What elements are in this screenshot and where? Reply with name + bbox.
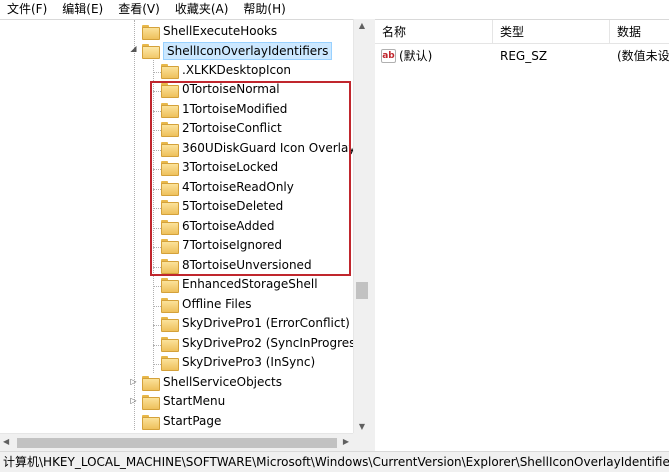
tree-vertical-scrollbar[interactable]: ▲ ▼	[353, 19, 369, 433]
folder-icon	[161, 278, 179, 293]
tree-item[interactable]: Offline Files	[161, 295, 252, 314]
column-header-type[interactable]: 类型	[493, 20, 610, 44]
value-type: REG_SZ	[500, 49, 548, 63]
scroll-thumb[interactable]	[17, 438, 337, 448]
tree-item[interactable]: .XLKKDesktopIcon	[161, 61, 291, 80]
tree-item[interactable]: SkyDrivePro1 (ErrorConflict)	[161, 314, 350, 333]
scroll-left-icon[interactable]: ◀	[3, 437, 9, 446]
folder-icon	[161, 337, 179, 352]
scroll-right-icon[interactable]: ▶	[343, 437, 349, 446]
tree-item-selected[interactable]: ShellIconOverlayIdentifiers	[142, 41, 333, 60]
tree-item-label: StartMenu	[163, 394, 226, 408]
folder-icon	[161, 298, 179, 313]
menu-favorites[interactable]: 收藏夹(A)	[168, 0, 237, 19]
folder-icon	[161, 356, 179, 371]
tree-item-label: ShellIconOverlayIdentifiers	[163, 41, 333, 60]
column-header-name[interactable]: 名称	[375, 20, 493, 44]
folder-icon	[161, 64, 179, 79]
value-list: 名称 类型 数据 ab (默认) REG_SZ (数值未设	[375, 19, 669, 451]
folder-icon	[142, 395, 160, 410]
column-header-data[interactable]: 数据	[610, 20, 669, 44]
menu-edit[interactable]: 编辑(E)	[55, 0, 111, 19]
tree-connector	[134, 20, 135, 430]
scroll-corner	[353, 433, 369, 451]
scroll-up-icon[interactable]: ▲	[354, 21, 370, 30]
folder-icon	[142, 376, 160, 391]
tree-item[interactable]: ShellExecuteHooks	[142, 22, 277, 41]
folder-icon	[161, 317, 179, 332]
folder-icon	[142, 25, 160, 40]
tree-item-label: Offline Files	[182, 297, 252, 311]
registry-tree: ShellExecuteHooks ◢ ShellIconOverlayIden…	[0, 19, 369, 451]
menu-bar: 文件(F) 编辑(E) 查看(V) 收藏夹(A) 帮助(H)	[0, 0, 669, 19]
tree-item[interactable]: ShellServiceObjects	[142, 373, 282, 392]
triangle-icon[interactable]: ▷	[129, 396, 138, 405]
menu-help[interactable]: 帮助(H)	[236, 0, 293, 19]
tree-item-label: ShellExecuteHooks	[163, 24, 278, 38]
tree-item[interactable]: StartPage	[142, 412, 221, 431]
tree-item[interactable]: SkyDrivePro2 (SyncInProgress)	[161, 334, 366, 353]
tree-horizontal-scrollbar[interactable]: ◀ ▶	[0, 433, 353, 451]
menu-view[interactable]: 查看(V)	[111, 0, 168, 19]
value-data: (数值未设	[617, 49, 669, 63]
tree-item-label: SkyDrivePro2 (SyncInProgress)	[182, 336, 367, 350]
tree-item-label: ShellServiceObjects	[163, 375, 282, 389]
tree-item-label: .XLKKDesktopIcon	[182, 63, 292, 77]
folder-icon	[142, 44, 160, 59]
value-name: (默认)	[399, 49, 433, 63]
tree-item-label: SkyDrivePro1 (ErrorConflict)	[182, 316, 350, 330]
string-value-icon: ab	[381, 49, 396, 63]
tree-item-label: EnhancedStorageShell	[182, 277, 318, 291]
scroll-thumb[interactable]	[356, 282, 368, 299]
triangle-icon[interactable]: ▷	[129, 377, 138, 386]
tree-item-label: StartPage	[163, 414, 222, 428]
status-bar: 计算机\HKEY_LOCAL_MACHINE\SOFTWARE\Microsof…	[0, 451, 669, 472]
tree-item[interactable]: SkyDrivePro3 (InSync)	[161, 353, 315, 372]
list-header: 名称 类型 数据	[375, 20, 669, 44]
list-item[interactable]: ab (默认) REG_SZ (数值未设	[375, 47, 669, 66]
tree-item-label: SkyDrivePro3 (InSync)	[182, 355, 316, 369]
tree-item[interactable]: StartMenu	[142, 392, 225, 411]
triangle-icon[interactable]: ◢	[129, 44, 138, 53]
tree-item[interactable]: EnhancedStorageShell	[161, 275, 318, 294]
folder-icon	[142, 415, 160, 430]
scroll-down-icon[interactable]: ▼	[354, 422, 370, 431]
menu-file[interactable]: 文件(F)	[0, 0, 55, 19]
highlight-box	[150, 81, 351, 276]
